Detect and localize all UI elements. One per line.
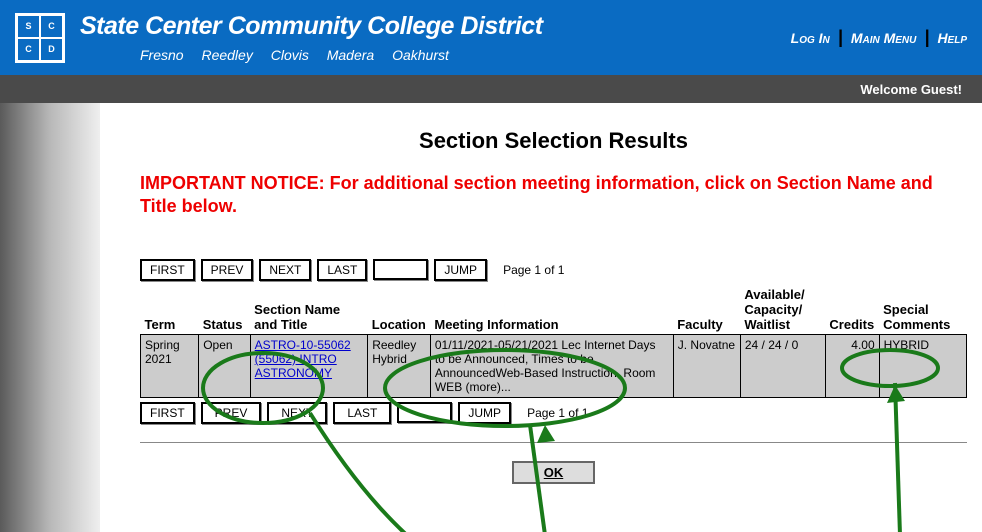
- first-button[interactable]: FIRST: [140, 259, 195, 281]
- first-button-bottom[interactable]: FIRST: [140, 402, 195, 424]
- login-link[interactable]: Log In: [791, 30, 830, 46]
- ok-row: OK: [140, 461, 967, 484]
- col-section: Section Name and Title: [250, 285, 368, 335]
- page-indicator-bottom: Page 1 of 1: [527, 406, 588, 420]
- district-logo: SC CD: [15, 13, 65, 63]
- last-button-bottom[interactable]: LAST: [333, 402, 391, 424]
- cell-term: Spring 2021: [141, 334, 199, 397]
- jump-button-bottom[interactable]: JUMP: [458, 402, 511, 424]
- welcome-bar: Welcome Guest!: [0, 75, 982, 103]
- help-link[interactable]: Help: [937, 30, 967, 46]
- header-text: State Center Community College District …: [80, 12, 791, 63]
- main-content: Section Selection Results IMPORTANT NOTI…: [100, 103, 982, 532]
- page-title: Section Selection Results: [140, 128, 967, 154]
- cell-avail: 24 / 24 / 0: [740, 334, 825, 397]
- col-term: Term: [141, 285, 199, 335]
- header-links: Log In | Main Menu | Help: [791, 27, 967, 48]
- campus-list: Fresno Reedley Clovis Madera Oakhurst: [80, 47, 791, 63]
- next-button[interactable]: NEXT: [259, 259, 311, 281]
- prev-button[interactable]: PREV: [201, 259, 254, 281]
- col-meeting: Meeting Information: [430, 285, 673, 335]
- cell-credits: 4.00: [825, 334, 879, 397]
- pager-bottom: FIRST PREV NEXT LAST JUMP Page 1 of 1: [140, 402, 967, 424]
- separator: |: [924, 27, 929, 48]
- col-status: Status: [199, 285, 250, 335]
- section-link[interactable]: ASTRO-10-55062 (55062) INTRO ASTRONOMY: [255, 338, 351, 380]
- jump-input[interactable]: [373, 259, 428, 280]
- col-comments: Special Comments: [879, 285, 966, 335]
- col-avail: Available/ Capacity/ Waitlist: [740, 285, 825, 335]
- cell-faculty: J. Novatne: [673, 334, 740, 397]
- results-table: Term Status Section Name and Title Locat…: [140, 285, 967, 398]
- separator: |: [838, 27, 843, 48]
- next-button-bottom[interactable]: NEXT: [267, 402, 327, 424]
- ok-button[interactable]: OK: [512, 461, 596, 484]
- jump-button[interactable]: JUMP: [434, 259, 487, 281]
- district-title: State Center Community College District: [80, 12, 791, 41]
- cell-comments: HYBRID: [879, 334, 966, 397]
- prev-button-bottom[interactable]: PREV: [201, 402, 262, 424]
- col-location: Location: [368, 285, 431, 335]
- welcome-text: Welcome Guest!: [860, 82, 962, 97]
- divider: [140, 442, 967, 443]
- header-bar: SC CD State Center Community College Dis…: [0, 0, 982, 75]
- table-row: Spring 2021 Open ASTRO-10-55062 (55062) …: [141, 334, 967, 397]
- jump-input-bottom[interactable]: [397, 402, 452, 423]
- main-menu-link[interactable]: Main Menu: [851, 30, 917, 46]
- cell-location: Reedley Hybrid: [368, 334, 431, 397]
- col-credits: Credits: [825, 285, 879, 335]
- table-header-row: Term Status Section Name and Title Locat…: [141, 285, 967, 335]
- cell-section: ASTRO-10-55062 (55062) INTRO ASTRONOMY: [250, 334, 368, 397]
- page-indicator: Page 1 of 1: [503, 263, 564, 277]
- last-button[interactable]: LAST: [317, 259, 367, 281]
- important-notice: IMPORTANT NOTICE: For additional section…: [140, 172, 967, 219]
- pager-top: FIRST PREV NEXT LAST JUMP Page 1 of 1: [140, 259, 967, 281]
- cell-status: Open: [199, 334, 250, 397]
- cell-meeting: 01/11/2021-05/21/2021 Lec Internet Days …: [430, 334, 673, 397]
- gradient-sidebar: [0, 103, 100, 532]
- col-faculty: Faculty: [673, 285, 740, 335]
